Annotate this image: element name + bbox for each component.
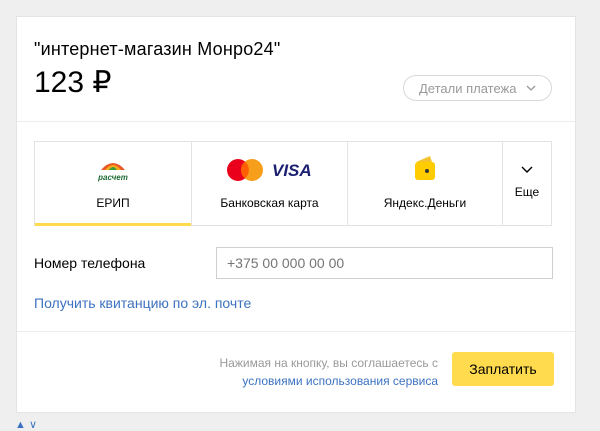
pay-button[interactable]: Заплатить [452, 352, 554, 386]
tab-label: Яндекс.Деньги [383, 196, 467, 210]
tab-label: Банковская карта [220, 196, 319, 210]
payment-details-button[interactable]: Детали платежа [403, 75, 552, 101]
tab-erip[interactable]: расчет ЕРИП [35, 142, 192, 226]
raschet-logo-text: расчет [97, 173, 128, 182]
phone-label: Номер телефона [34, 255, 146, 271]
email-receipt-link[interactable]: Получить квитанцию по эл. почте [34, 295, 251, 311]
tab-yandex-money[interactable]: Яндекс.Деньги [348, 142, 503, 225]
payment-method-tabs: расчет ЕРИП VISA Банковская карта Яндекс… [34, 141, 552, 226]
tab-label: Еще [514, 185, 540, 199]
divider [17, 331, 575, 332]
visa-logo-text: VISA [272, 162, 312, 178]
tab-label: ЕРИП [96, 196, 130, 210]
visa-icon: VISA [272, 162, 312, 178]
divider [17, 121, 575, 122]
payment-card: "интернет-магазин Монро24" 123 ₽ Детали … [16, 16, 576, 413]
phone-input[interactable] [216, 247, 553, 279]
back-hint-icon: ▲ ∨ [15, 419, 37, 431]
mastercard-icon [227, 159, 263, 181]
terms-block: Нажимая на кнопку, вы соглашаетесь с усл… [220, 354, 439, 390]
chevron-down-icon [526, 85, 536, 91]
terms-link[interactable]: условиями использования сервиса [220, 372, 438, 390]
payment-amount: 123 ₽ [34, 66, 112, 99]
chevron-down-icon [521, 166, 533, 173]
tab-more[interactable]: Еще [503, 142, 551, 225]
terms-text: Нажимая на кнопку, вы соглашаетесь с [219, 356, 439, 370]
raschet-logo-icon: расчет [97, 163, 128, 182]
merchant-name: "интернет-магазин Монро24" [34, 39, 281, 59]
yandex-money-wallet-icon [415, 156, 435, 180]
active-tab-indicator [35, 223, 191, 226]
tab-bank-card[interactable]: VISA Банковская карта [192, 142, 348, 225]
payment-details-label: Детали платежа [419, 80, 517, 96]
